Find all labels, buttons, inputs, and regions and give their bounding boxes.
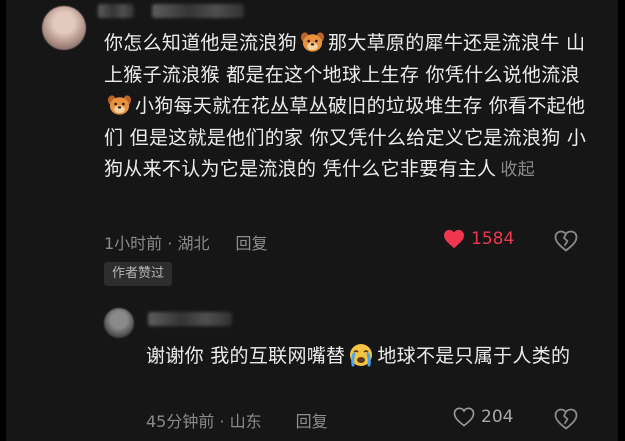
avatar[interactable] [42, 6, 86, 50]
comment-meta: 1小时前 · 湖北 回复 [104, 230, 267, 254]
avatar[interactable] [104, 308, 134, 338]
reply-text-segment: 地球不是只属于人类的 [377, 345, 571, 367]
like-button[interactable]: 204 [453, 407, 513, 427]
collapse-button[interactable]: 收起 [500, 160, 535, 180]
time-location: 1小时前 · 湖北 [104, 234, 210, 253]
reply-text-segment: 谢谢你 我的互联网嘴替 [146, 345, 346, 367]
time-location: 45分钟前 · 山东 [146, 412, 262, 431]
dislike-broken-heart-icon[interactable] [554, 230, 578, 252]
like-button[interactable]: 1584 [443, 229, 514, 249]
username-blurred [148, 312, 232, 326]
reply-meta: 45分钟前 · 山东 回复 [146, 408, 328, 432]
comment-text-segment: 你怎么知道他是流浪狗 [104, 32, 298, 54]
username-blurred [152, 4, 244, 18]
heart-filled-icon [444, 229, 464, 249]
crying-face-emoji-icon [350, 344, 373, 367]
dog-face-emoji-icon [107, 95, 132, 115]
comment-thread: 你怎么知道他是流浪狗 那大草原的犀牛还是流浪牛 山上猴子流浪猴 都是在这个地球上… [6, 0, 618, 441]
comment-text: 你怎么知道他是流浪狗 那大草原的犀牛还是流浪牛 山上猴子流浪猴 都是在这个地球上… [104, 28, 590, 187]
dislike-broken-heart-icon[interactable] [554, 408, 578, 430]
reply-button[interactable]: 回复 [296, 412, 328, 431]
author-liked-badge: 作者赞过 [104, 262, 173, 286]
reply-button[interactable]: 回复 [235, 234, 267, 253]
reply-text: 谢谢你 我的互联网嘴替 地球不是只属于人类的 [146, 341, 586, 371]
like-count: 204 [481, 407, 514, 427]
like-count: 1584 [471, 229, 515, 249]
username-blurred [98, 4, 134, 18]
dog-face-emoji-icon [300, 32, 325, 52]
heart-outline-icon [453, 407, 475, 427]
